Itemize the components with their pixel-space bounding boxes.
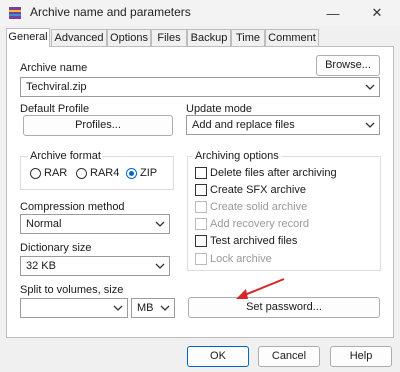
browse-button[interactable]: Browse... xyxy=(316,55,380,76)
dictionary-size-select[interactable]: 32 KB xyxy=(20,256,170,276)
chevron-down-icon xyxy=(113,305,123,311)
dictionary-size-label: Dictionary size xyxy=(20,242,92,254)
checkbox-test-archived[interactable] xyxy=(195,235,207,247)
checkbox-recovery-record-label: Add recovery record xyxy=(210,218,310,230)
checkbox-delete-files[interactable] xyxy=(195,167,207,179)
chevron-down-icon xyxy=(365,122,375,128)
annotation-arrow-icon xyxy=(236,278,285,299)
update-mode-value: Add and replace files xyxy=(192,119,295,131)
radio-zip[interactable] xyxy=(126,168,137,179)
radio-zip-label: ZIP xyxy=(140,167,158,179)
tab-backup[interactable]: Backup xyxy=(187,29,231,46)
checkbox-create-solid xyxy=(195,201,207,213)
checkbox-test-archived-label: Test archived files xyxy=(210,235,298,247)
checkbox-lock-archive-label: Lock archive xyxy=(210,253,272,265)
split-unit-value: MB xyxy=(137,302,154,314)
cancel-button[interactable]: Cancel xyxy=(258,346,320,367)
radio-rar-label: RAR xyxy=(44,167,68,179)
tab-advanced[interactable]: Advanced xyxy=(51,29,107,46)
split-unit-select[interactable]: MB xyxy=(131,298,175,318)
update-mode-label: Update mode xyxy=(186,103,253,115)
chevron-down-icon xyxy=(365,84,375,90)
tab-files[interactable]: Files xyxy=(151,29,187,46)
ok-button[interactable]: OK xyxy=(187,346,249,367)
chevron-down-icon xyxy=(160,305,170,311)
checkbox-create-solid-label: Create solid archive xyxy=(210,201,308,213)
tab-time[interactable]: Time xyxy=(231,29,265,46)
minimize-icon[interactable]: — xyxy=(310,0,356,26)
radio-rar4-label: RAR4 xyxy=(90,167,120,179)
tab-options[interactable]: Options xyxy=(107,29,151,46)
checkbox-create-sfx-label: Create SFX archive xyxy=(210,184,306,196)
close-icon[interactable]: ✕ xyxy=(354,0,400,26)
archive-name-label: Archive name xyxy=(20,62,88,74)
archive-name-input[interactable]: Techviral.zip xyxy=(20,77,380,97)
help-button[interactable]: Help xyxy=(330,346,392,367)
default-profile-label: Default Profile xyxy=(20,103,90,115)
compression-method-value: Normal xyxy=(26,218,62,230)
profiles-button[interactable]: Profiles... xyxy=(23,115,173,136)
tab-general[interactable]: General xyxy=(6,28,50,47)
checkbox-lock-archive xyxy=(195,253,207,265)
split-volumes-size-input[interactable] xyxy=(20,298,128,318)
archiving-options-label: Archiving options xyxy=(193,150,281,162)
split-volumes-label: Split to volumes, size xyxy=(20,284,124,296)
archive-format-label: Archive format xyxy=(28,150,103,162)
update-mode-select[interactable]: Add and replace files xyxy=(186,115,380,135)
title-bar: Archive name and parameters — ✕ xyxy=(0,0,400,26)
checkbox-delete-files-label: Delete files after archiving xyxy=(210,167,337,179)
checkbox-recovery-record xyxy=(195,218,207,230)
radio-rar[interactable] xyxy=(30,168,41,179)
chevron-down-icon xyxy=(155,263,165,269)
chevron-down-icon xyxy=(155,221,165,227)
window-title: Archive name and parameters xyxy=(30,5,191,19)
compression-method-select[interactable]: Normal xyxy=(20,214,170,234)
tab-comment[interactable]: Comment xyxy=(265,29,319,46)
winrar-app-icon xyxy=(9,7,21,19)
radio-rar4[interactable] xyxy=(76,168,87,179)
dictionary-size-value: 32 KB xyxy=(26,260,56,272)
checkbox-create-sfx[interactable] xyxy=(195,184,207,196)
compression-method-label: Compression method xyxy=(20,201,125,213)
archive-name-value: Techviral.zip xyxy=(26,81,87,93)
